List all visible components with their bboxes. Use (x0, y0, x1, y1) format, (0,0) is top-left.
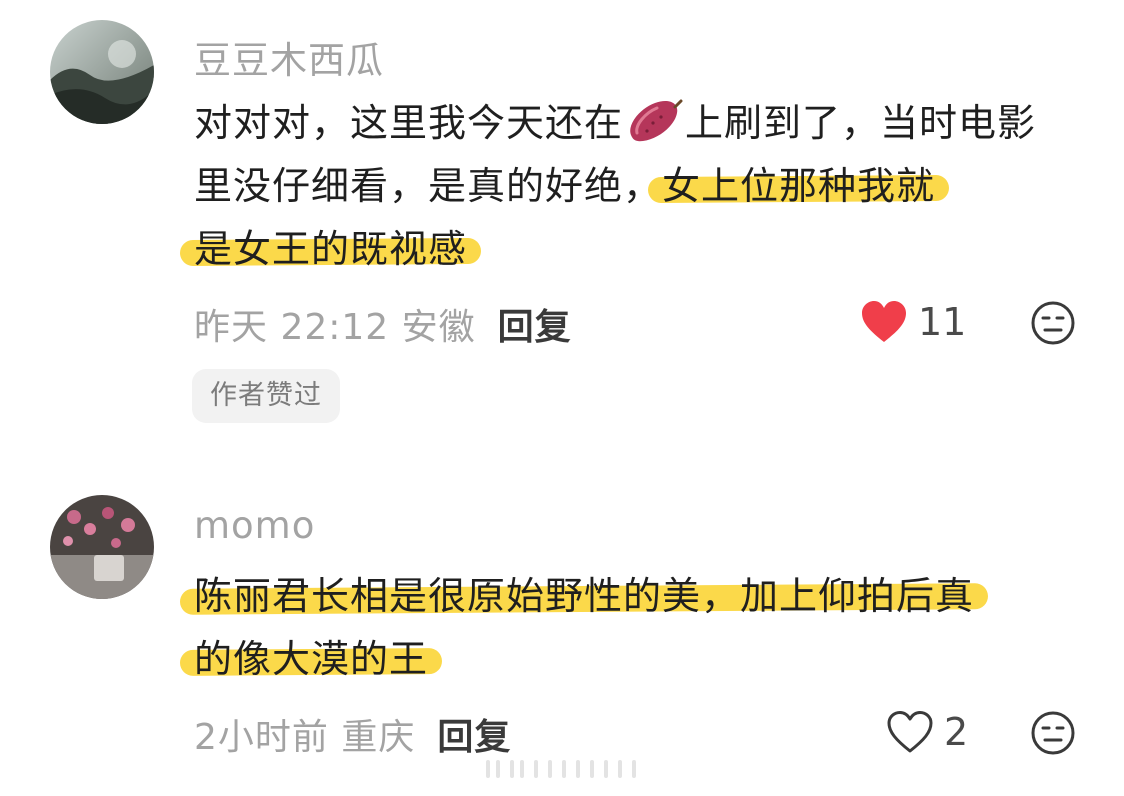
watermark-icon (486, 758, 646, 780)
time-location: 昨天 22:12 安徽 (194, 307, 476, 348)
heart-outline-icon (887, 711, 933, 753)
sweet-potato-icon (625, 95, 683, 145)
reply-button[interactable]: 回复 (437, 717, 511, 758)
comment-meta: 昨天 22:12 安徽 回复 (194, 298, 572, 350)
heart-filled-icon (862, 301, 906, 342)
avatar-image (50, 495, 154, 599)
comment-text: 对对对，这里我今天还在 上刷到了，当时电影里没仔细看，是真的好绝，女上位那种我就… (194, 92, 1074, 281)
username[interactable]: 豆豆木西瓜 (194, 30, 384, 84)
user-avatar[interactable] (50, 495, 154, 599)
highlighted-text: 是女王的既视感 (194, 227, 468, 271)
time-location: 2小时前 重庆 (194, 717, 416, 758)
like-button[interactable]: 2 (886, 710, 968, 754)
like-button[interactable]: 11 (860, 300, 966, 344)
like-count: 2 (944, 710, 969, 754)
highlighted-text: 的像大漠的王 (194, 637, 429, 681)
avatar-image (50, 20, 154, 124)
highlighted-text: 女上位那种我就 (662, 164, 936, 208)
like-count: 11 (918, 300, 967, 344)
emoji-reaction-icon[interactable] (1030, 300, 1076, 346)
username[interactable]: momo (194, 504, 315, 547)
emoji-reaction-icon[interactable] (1030, 710, 1076, 756)
comment-text-part: 对对对，这里我今天还在 (194, 101, 624, 145)
user-avatar[interactable] (50, 20, 154, 124)
highlighted-text: 陈丽君长相是很原始野性的美，加上仰拍后真 (194, 574, 975, 618)
author-liked-badge: 作者赞过 (192, 369, 340, 423)
reply-button[interactable]: 回复 (498, 307, 572, 348)
comment-meta: 2小时前 重庆 回复 (194, 708, 511, 760)
comment-text: 陈丽君长相是很原始野性的美，加上仰拍后真 的像大漠的王 (194, 565, 1074, 691)
